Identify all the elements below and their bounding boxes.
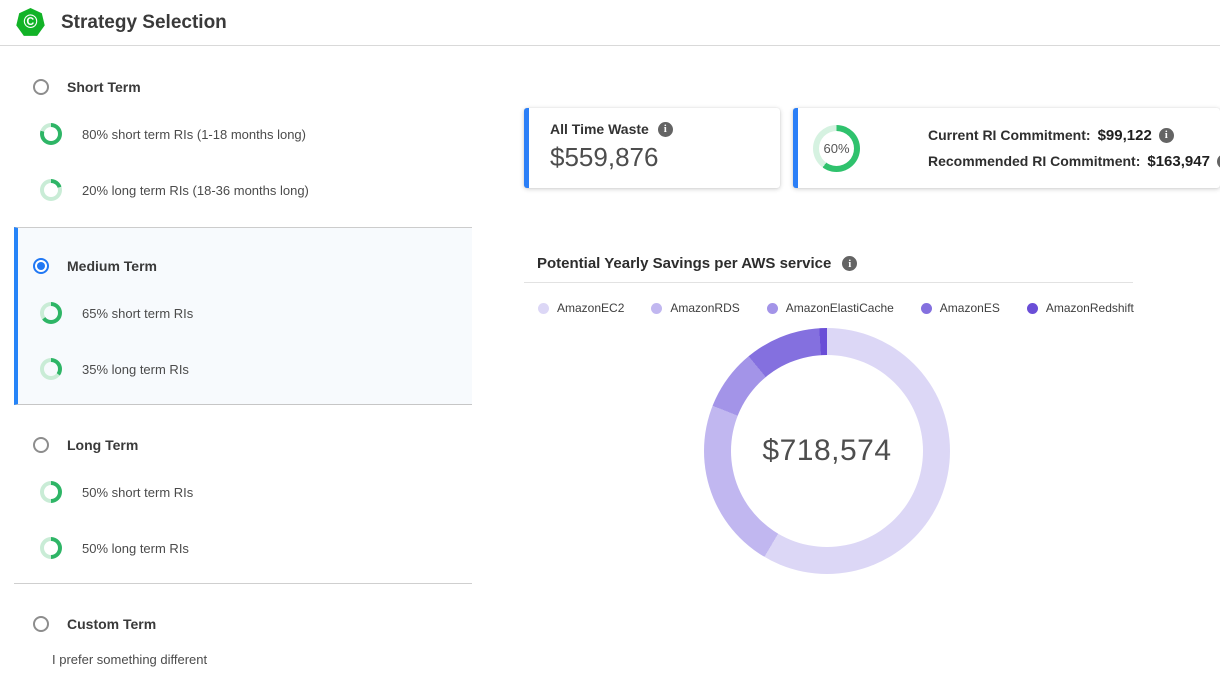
- percent-ring-icon: [40, 123, 62, 145]
- strategy-label: Short Term: [67, 79, 141, 95]
- section-divider: [14, 583, 472, 584]
- strategy-label: Custom Term: [67, 616, 156, 632]
- radio-checked-icon[interactable]: [33, 258, 49, 274]
- strategy-detail-row: 20% long term RIs (18-36 months long): [40, 179, 309, 201]
- percent-ring-icon: [40, 537, 62, 559]
- page-title: Strategy Selection: [61, 12, 227, 34]
- donut-hole: $718,574: [731, 355, 923, 547]
- strategy-option-long-term[interactable]: Long Term: [33, 437, 138, 453]
- strategy-detail-label: 65% short term RIs: [82, 306, 193, 321]
- percent-ring-icon: [40, 179, 62, 201]
- legend-item-amazonredshift[interactable]: AmazonRedshift: [1027, 301, 1134, 315]
- strategy-selection-page: © Strategy Selection Short Term 80% shor…: [0, 0, 1220, 691]
- strategy-detail-row: 35% long term RIs: [40, 358, 189, 380]
- chart-legend: AmazonEC2 AmazonRDS AmazonElastiCache Am…: [538, 301, 1134, 315]
- strategy-detail-label: 80% short term RIs (1-18 months long): [82, 127, 306, 142]
- radio-icon[interactable]: [33, 79, 49, 95]
- legend-item-amazonelasticache[interactable]: AmazonElastiCache: [767, 301, 894, 315]
- strategy-detail-label: 50% short term RIs: [82, 485, 193, 500]
- legend-label: AmazonEC2: [557, 301, 624, 315]
- logo-glyph: ©: [24, 12, 38, 34]
- chart-title-row: Potential Yearly Savings per AWS service…: [537, 255, 857, 272]
- strategy-detail-row: 50% long term RIs: [40, 537, 189, 559]
- commitment-percent-ring: 60%: [813, 125, 860, 172]
- legend-label: AmazonRedshift: [1046, 301, 1134, 315]
- legend-item-amazonec2[interactable]: AmazonEC2: [538, 301, 624, 315]
- legend-dot-icon: [767, 303, 778, 314]
- radio-icon[interactable]: [33, 437, 49, 453]
- current-ri-commitment-row: Current RI Commitment: $99,122 i: [928, 127, 1220, 144]
- percent-ring-icon: [40, 302, 62, 324]
- strategy-label: Long Term: [67, 437, 138, 453]
- percent-ring-icon: [40, 481, 62, 503]
- legend-dot-icon: [1027, 303, 1038, 314]
- custom-term-note: I prefer something different: [52, 652, 207, 667]
- legend-dot-icon: [651, 303, 662, 314]
- page-header: © Strategy Selection: [0, 0, 1220, 46]
- ri-commitment-card: 60% Current RI Commitment: $99,122 i Rec…: [793, 108, 1220, 188]
- strategy-option-short-term[interactable]: Short Term: [33, 79, 141, 95]
- strategy-detail-label: 35% long term RIs: [82, 362, 189, 377]
- legend-item-amazones[interactable]: AmazonES: [921, 301, 1000, 315]
- savings-donut-chart: $718,574: [704, 328, 950, 574]
- percent-ring-icon: [40, 358, 62, 380]
- donut-center-value: $718,574: [762, 434, 891, 468]
- radio-icon[interactable]: [33, 616, 49, 632]
- all-time-waste-card: All Time Waste i $559,876: [524, 108, 780, 188]
- strategy-option-custom-term[interactable]: Custom Term: [33, 616, 156, 632]
- legend-dot-icon: [921, 303, 932, 314]
- strategy-detail-row: 65% short term RIs: [40, 302, 193, 324]
- strategy-detail-label: 20% long term RIs (18-36 months long): [82, 183, 309, 198]
- strategy-detail-label: 50% long term RIs: [82, 541, 189, 556]
- info-icon[interactable]: i: [658, 122, 673, 137]
- strategy-detail-row: 50% short term RIs: [40, 481, 193, 503]
- brand-logo-icon: ©: [16, 8, 45, 37]
- strategy-detail-row: 80% short term RIs (1-18 months long): [40, 123, 306, 145]
- current-ri-label: Current RI Commitment:: [928, 127, 1091, 143]
- legend-label: AmazonRDS: [670, 301, 739, 315]
- chart-title: Potential Yearly Savings per AWS service: [537, 255, 831, 272]
- info-icon[interactable]: i: [842, 256, 857, 271]
- chart-divider: [524, 282, 1133, 283]
- recommended-ri-label: Recommended RI Commitment:: [928, 153, 1140, 169]
- recommended-ri-value: $163,947: [1147, 153, 1210, 170]
- strategy-label: Medium Term: [67, 258, 157, 274]
- legend-label: AmazonElastiCache: [786, 301, 894, 315]
- commitment-percent-label: 60%: [823, 141, 849, 156]
- waste-card-label: All Time Waste: [550, 121, 649, 137]
- legend-label: AmazonES: [940, 301, 1000, 315]
- waste-card-value: $559,876: [550, 142, 780, 173]
- strategy-option-medium-term[interactable]: Medium Term: [33, 258, 157, 274]
- recommended-ri-commitment-row: Recommended RI Commitment: $163,947 i: [928, 153, 1220, 170]
- legend-dot-icon: [538, 303, 549, 314]
- legend-item-amazonrds[interactable]: AmazonRDS: [651, 301, 739, 315]
- current-ri-value: $99,122: [1098, 127, 1152, 144]
- info-icon[interactable]: i: [1159, 128, 1174, 143]
